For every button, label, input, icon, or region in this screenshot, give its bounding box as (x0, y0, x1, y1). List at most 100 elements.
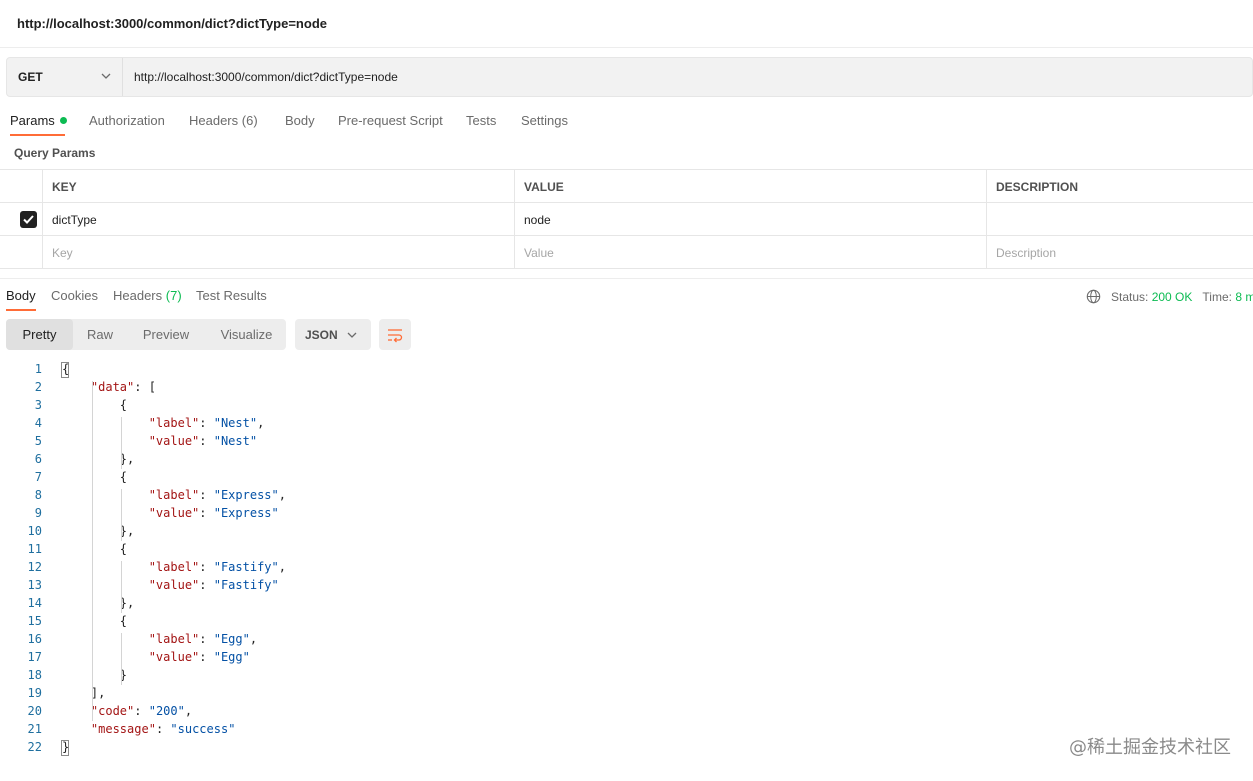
code-line: "value": "Fastify" (148, 578, 279, 592)
method-label: GET (18, 70, 43, 84)
code-line: "value": "Express" (148, 506, 279, 520)
response-body-editor[interactable]: 1{2 "data": [3 {4 "label": "Nest", 5 "val… (0, 361, 1253, 761)
response-tabs: Body Cookies Headers (7) Test Results (0, 283, 700, 311)
wrap-lines-button[interactable] (379, 319, 411, 350)
param-key-cell[interactable]: dictType (42, 203, 515, 236)
check-icon (23, 215, 34, 224)
line-number: 5 (34, 434, 42, 448)
query-params-title: Query Params (14, 146, 96, 160)
code-line: "data": [ (90, 380, 156, 394)
line-number: 10 (27, 524, 42, 538)
code-line: }, (62, 452, 135, 466)
param-value-cell[interactable]: node (514, 203, 987, 236)
line-number: 21 (27, 722, 42, 736)
column-header-key: KEY (42, 170, 515, 203)
code-line: { (62, 614, 128, 628)
line-number: 4 (34, 416, 42, 430)
table-header-row: KEY VALUE DESCRIPTION (0, 169, 1253, 203)
table-row-empty: Key Value Description (0, 235, 1253, 269)
code-line: } (62, 668, 128, 682)
bracket-match-highlight (61, 362, 69, 378)
view-visualize[interactable]: Visualize (209, 319, 284, 350)
active-tab-indicator (10, 134, 65, 136)
line-number: 22 (27, 740, 42, 754)
line-number: 19 (27, 686, 42, 700)
column-header-value: VALUE (514, 170, 987, 203)
view-pretty[interactable]: Pretty (6, 319, 73, 350)
param-description-cell[interactable] (986, 203, 1253, 236)
code-line: { (62, 470, 128, 484)
indent-guide (120, 417, 122, 469)
table-divider (0, 268, 1253, 269)
response-status: Status: 200 OK Time: 8 m (1086, 289, 1253, 304)
tab-headers-count: (6) (241, 113, 258, 128)
line-number: 13 (27, 578, 42, 592)
tab-params[interactable]: Params (10, 113, 67, 128)
line-number: 15 (27, 614, 42, 628)
request-bar: GET http://localhost:3000/common/dict?di… (6, 57, 1253, 97)
tab-cookies[interactable]: Cookies (51, 288, 98, 303)
indent-guide (120, 489, 122, 541)
watermark: @稀土掘金技术社区 (1069, 737, 1231, 758)
request-title: http://localhost:3000/common/dict?dictTy… (17, 16, 327, 31)
active-response-tab-indicator (6, 309, 36, 311)
request-tabs: Params Authorization Headers (6) Body Pr… (0, 106, 700, 136)
line-number: 7 (34, 470, 42, 484)
code-line: }, (62, 596, 135, 610)
tab-response-body[interactable]: Body (6, 288, 36, 303)
indent-guide (120, 561, 122, 613)
tab-body[interactable]: Body (285, 113, 315, 128)
tab-test-results[interactable]: Test Results (196, 288, 267, 303)
line-number: 8 (34, 488, 42, 502)
tab-params-label: Params (10, 113, 55, 128)
new-description-input[interactable]: Description (986, 236, 1253, 269)
tab-response-headers-label: Headers (113, 288, 163, 303)
time-label: Time: (1202, 290, 1232, 304)
tab-headers[interactable]: Headers (6) (189, 113, 258, 128)
view-mode-control: Pretty Raw Preview Visualize (6, 319, 286, 350)
status-dot-icon (59, 117, 67, 124)
chevron-down-icon (101, 73, 111, 79)
status-value[interactable]: 200 OK (1152, 290, 1193, 304)
tab-settings[interactable]: Settings (521, 113, 568, 128)
line-number: 1 (34, 362, 42, 376)
time-value[interactable]: 8 m (1235, 290, 1253, 304)
line-number: 17 (27, 650, 42, 664)
line-number: 20 (27, 704, 42, 718)
globe-icon[interactable] (1086, 289, 1101, 304)
line-number: 11 (27, 542, 42, 556)
view-preview[interactable]: Preview (133, 319, 199, 350)
line-number: 6 (34, 452, 42, 466)
view-raw[interactable]: Raw (76, 319, 124, 350)
indent-guide (120, 633, 122, 685)
status-label: Status: (1111, 290, 1149, 304)
line-number: 3 (34, 398, 42, 412)
tab-pre-request-script[interactable]: Pre-request Script (338, 113, 443, 128)
line-number: 16 (27, 632, 42, 646)
code-line: "label": "Express", (148, 488, 286, 502)
code-line: "label": "Fastify", (148, 560, 286, 574)
line-number: 2 (34, 380, 42, 394)
code-line: { (62, 398, 128, 412)
new-value-input[interactable]: Value (514, 236, 987, 269)
line-number: 12 (27, 560, 42, 574)
format-select[interactable]: JSON (295, 319, 371, 350)
code-line: "value": "Egg" (148, 650, 250, 664)
code-line: }, (62, 524, 135, 538)
tab-response-headers-count: (7) (165, 288, 182, 303)
tab-tests[interactable]: Tests (466, 113, 496, 128)
tab-response-headers[interactable]: Headers (7) (113, 288, 182, 303)
new-key-input[interactable]: Key (42, 236, 515, 269)
tab-authorization[interactable]: Authorization (89, 113, 165, 128)
section-divider (0, 278, 1253, 279)
method-select[interactable]: GET (7, 58, 123, 96)
url-input[interactable]: http://localhost:3000/common/dict?dictTy… (134, 70, 398, 84)
format-label: JSON (305, 328, 338, 342)
line-number: 9 (34, 506, 42, 520)
chevron-down-icon (347, 332, 357, 338)
code-line: "message": "success" (90, 722, 236, 736)
indent-guide (91, 381, 93, 721)
bracket-match-highlight (61, 740, 69, 756)
title-bar: http://localhost:3000/common/dict?dictTy… (0, 0, 1253, 48)
param-enabled-checkbox[interactable] (20, 211, 37, 228)
